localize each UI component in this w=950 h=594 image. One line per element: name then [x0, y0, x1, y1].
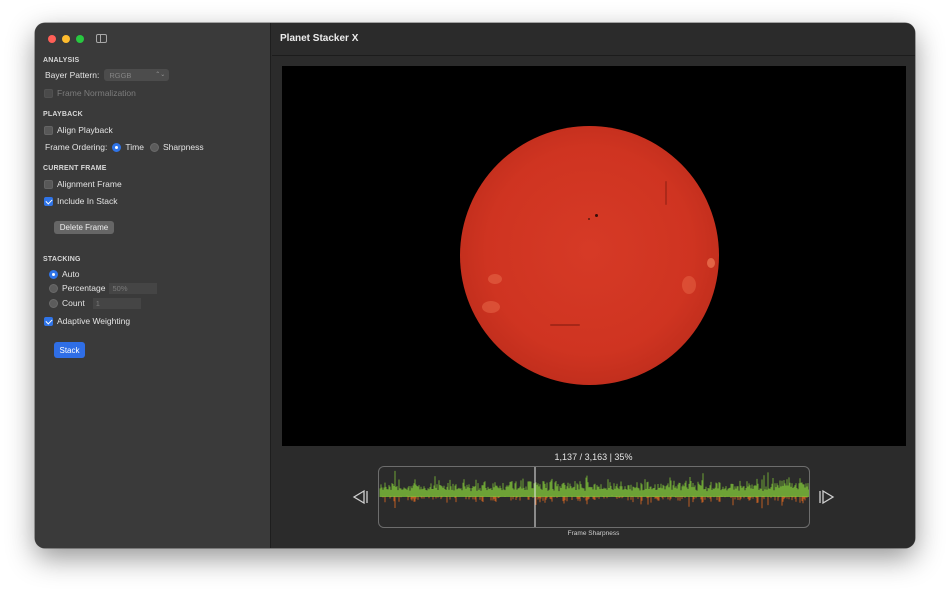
include-in-stack-checkbox[interactable]: Include In Stack — [44, 195, 117, 207]
title-bar: Planet Stacker X — [272, 23, 915, 56]
current-frame-heading: CURRENT FRAME — [43, 165, 107, 172]
delete-frame-button[interactable]: Delete Frame — [54, 221, 114, 234]
stacking-percentage-row: Percentage 50% — [49, 282, 158, 294]
adaptive-weighting-checkbox[interactable]: Adaptive Weighting — [44, 315, 130, 327]
bayer-pattern-row: Bayer Pattern: RGGB ⌃⌄ — [45, 69, 170, 81]
ordering-time-label: Time — [125, 142, 144, 152]
next-frame-button[interactable] — [817, 489, 835, 505]
graph-label: Frame Sharpness — [567, 530, 620, 537]
stacking-count-row: Count 1 — [49, 297, 141, 309]
adaptive-weighting-label: Adaptive Weighting — [57, 316, 131, 326]
checkbox-icon — [44, 125, 53, 135]
stack-button[interactable]: Stack — [54, 342, 85, 358]
step-back-icon — [352, 489, 368, 505]
sidebar-toggle-icon[interactable] — [96, 34, 107, 43]
checkbox-checked-icon — [44, 196, 53, 206]
stacking-count-radio[interactable] — [49, 298, 58, 308]
sun-image — [460, 126, 719, 385]
alignment-frame-checkbox[interactable]: Alignment Frame — [44, 178, 122, 190]
ordering-sharpness-label: Sharpness — [162, 142, 204, 152]
frame-normalization-label: Frame Normalization — [57, 88, 136, 98]
align-playback-checkbox[interactable]: Align Playback — [44, 124, 113, 136]
stacking-auto-radio[interactable]: Auto — [49, 268, 80, 280]
checkbox-icon — [44, 88, 53, 98]
frame-normalization-checkbox[interactable]: Frame Normalization — [44, 87, 136, 99]
stacking-heading: STACKING — [43, 256, 81, 263]
frame-ordering-row: Frame Ordering: Time Sharpness — [45, 141, 204, 153]
app-window: ANALYSIS Bayer Pattern: RGGB ⌃⌄ Frame No… — [35, 23, 915, 548]
sharpness-low-series — [381, 495, 808, 509]
sunspot — [588, 218, 590, 220]
stacking-percentage-radio[interactable] — [49, 283, 58, 293]
step-forward-icon — [819, 489, 835, 505]
checkbox-icon — [44, 179, 53, 189]
minimize-window-button[interactable] — [62, 35, 70, 43]
percentage-input[interactable]: 50% — [109, 282, 158, 294]
close-window-button[interactable] — [48, 35, 56, 43]
sharpness-graph[interactable] — [378, 466, 810, 528]
plage-region — [707, 258, 715, 268]
window-controls — [48, 35, 84, 43]
filament — [665, 181, 667, 205]
plage-region — [482, 301, 500, 313]
analysis-heading: ANALYSIS — [43, 57, 80, 64]
zoom-window-button[interactable] — [76, 35, 84, 43]
frame-viewer[interactable] — [282, 66, 906, 446]
sidebar: ANALYSIS Bayer Pattern: RGGB ⌃⌄ Frame No… — [35, 23, 271, 548]
stacking-percentage-label: Percentage — [62, 283, 106, 293]
previous-frame-button[interactable] — [352, 489, 370, 505]
alignment-frame-label: Alignment Frame — [57, 179, 122, 189]
main-content: Planet Stacker X 1,137 / 3,163 | 35% Fra… — [272, 23, 915, 548]
sharpness-high-series — [379, 470, 809, 497]
plage-region — [682, 276, 696, 294]
ordering-sharpness-radio[interactable] — [149, 142, 159, 152]
count-input[interactable]: 1 — [92, 297, 141, 309]
window-title: Planet Stacker X — [280, 33, 359, 44]
sharpness-plot — [379, 467, 809, 527]
frame-info: 1,137 / 3,163 | 35% — [554, 452, 633, 462]
bayer-pattern-select[interactable]: RGGB ⌃⌄ — [104, 69, 170, 81]
radio-selected-icon — [49, 269, 58, 279]
chevron-updown-icon: ⌃⌄ — [155, 72, 166, 78]
ordering-time-radio[interactable] — [112, 142, 122, 152]
bayer-pattern-value: RGGB — [109, 70, 132, 80]
frame-ordering-label: Frame Ordering: — [45, 142, 108, 152]
filament — [550, 324, 580, 326]
sunspot — [595, 214, 598, 217]
include-in-stack-label: Include In Stack — [57, 196, 118, 206]
checkbox-checked-icon — [44, 316, 53, 326]
playback-heading: PLAYBACK — [43, 111, 83, 118]
align-playback-label: Align Playback — [57, 125, 113, 135]
stacking-auto-label: Auto — [62, 269, 80, 279]
stacking-count-label: Count — [62, 298, 85, 308]
plage-region — [488, 274, 502, 284]
bayer-pattern-label: Bayer Pattern: — [45, 70, 100, 80]
